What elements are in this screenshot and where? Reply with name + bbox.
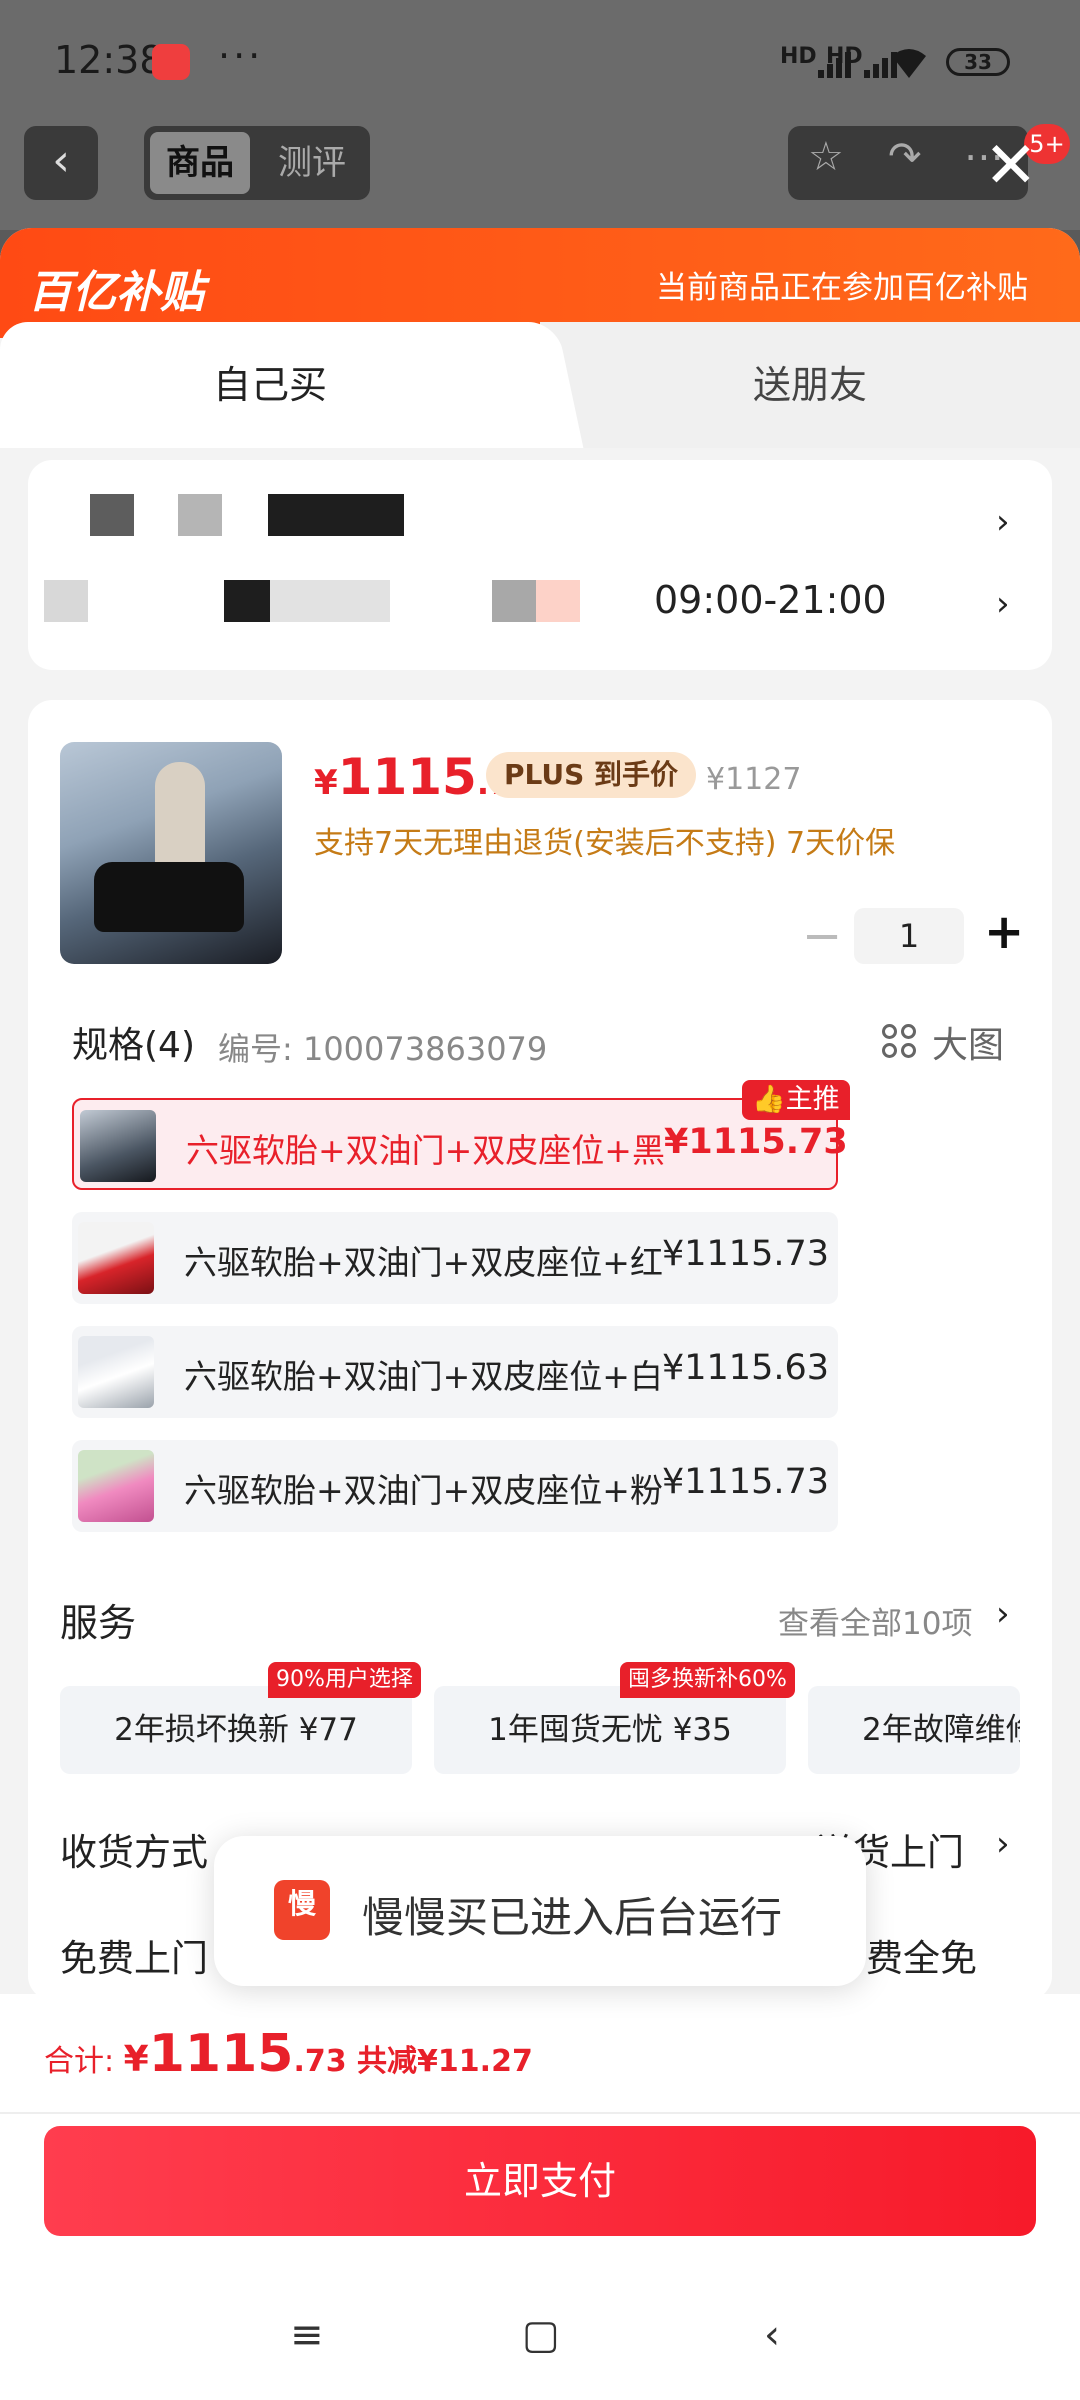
spec-option-price: ¥1115.73: [662, 1234, 830, 1274]
share-icon[interactable]: ↷: [888, 134, 922, 180]
spec-option-label: 六驱软胎+双油门+双皮座位+白: [184, 1357, 663, 1396]
manmanmai-logo-icon: 慢: [274, 1880, 330, 1940]
service-option[interactable]: 2年损坏换新 ¥77: [60, 1686, 412, 1774]
pay-now-button[interactable]: 立即支付: [44, 2126, 1036, 2236]
more-notifications-icon: ···: [218, 34, 264, 78]
spec-option-image: [78, 1450, 154, 1522]
toast-message: 慢慢买已进入后台运行: [362, 1893, 783, 1942]
product-thumbnail[interactable]: [60, 742, 282, 964]
menu-icon[interactable]: ≡: [290, 2312, 324, 2358]
tab-review[interactable]: 测评: [262, 132, 362, 194]
blurred-text: [178, 494, 222, 536]
spec-option[interactable]: 六驱软胎+双油门+双皮座位+粉 ¥1115.73: [72, 1440, 838, 1532]
home-icon[interactable]: ▢: [522, 2312, 560, 2358]
favorite-star-icon[interactable]: ☆: [808, 134, 844, 180]
subsidy-logo: 百亿补贴: [28, 267, 204, 318]
spec-option[interactable]: 六驱软胎+双油门+双皮座位+白 ¥1115.63: [72, 1326, 838, 1418]
tab-product[interactable]: 商品: [150, 132, 250, 194]
chevron-right-icon: ›: [996, 1824, 1010, 1864]
spec-option-label: 六驱软胎+双油门+双皮座位+黑: [186, 1131, 665, 1170]
product-number: 编号: 100073863079: [218, 1030, 548, 1068]
delivery-method-label: 收货方式: [60, 1831, 208, 1874]
quantity-increase-button[interactable]: +: [984, 904, 1024, 960]
close-icon[interactable]: ✕: [984, 134, 1038, 198]
spec-option-price: ¥1115.73: [662, 1462, 830, 1502]
services-title: 服务: [60, 1601, 137, 1645]
battery-indicator: 33: [946, 48, 1010, 76]
spec-option-label: 六驱软胎+双油门+双皮座位+粉: [184, 1471, 663, 1510]
delivery-time-window: 09:00-21:00: [654, 578, 887, 622]
blurred-text: [90, 494, 134, 536]
blurred-text: [224, 580, 270, 622]
chevron-right-icon: ›: [996, 584, 1010, 624]
services-view-all[interactable]: 查看全部10项: [778, 1598, 972, 1643]
blurred-text: [492, 580, 536, 622]
service-tag: 90%用户选择: [268, 1662, 421, 1698]
tab-gift-friend[interactable]: 送朋友: [540, 322, 1080, 448]
spec-option-image: [78, 1222, 154, 1294]
service-tag: 囤多换新补60%: [620, 1662, 795, 1698]
signal-hd-label-2: HD: [826, 44, 863, 69]
spec-option[interactable]: 六驱软胎+双油门+双皮座位+红 ¥1115.73: [72, 1212, 838, 1304]
blurred-text: [270, 580, 390, 622]
install-label: 免费上门: [60, 1937, 208, 1980]
thumbs-up-icon: 👍: [752, 1084, 786, 1115]
big-image-toggle[interactable]: 大图: [932, 1016, 1004, 1068]
spec-option-label: 六驱软胎+双油门+双皮座位+红: [184, 1243, 663, 1282]
install-value: 费全免: [866, 1937, 977, 1980]
original-price: ¥1127: [706, 762, 802, 797]
chevron-right-icon: ›: [996, 502, 1010, 542]
quantity-decrease-button[interactable]: −: [802, 908, 842, 964]
grid-icon[interactable]: [882, 1024, 918, 1060]
blurred-text: [536, 580, 580, 622]
blurred-text: [268, 494, 404, 536]
app-notification-icon: [152, 44, 190, 80]
service-option[interactable]: 2年故障维修: [808, 1686, 1020, 1774]
back-button[interactable]: ‹: [24, 126, 98, 200]
spec-option-image: [78, 1336, 154, 1408]
spec-option-image: [80, 1110, 156, 1182]
order-total: 合计: ¥1115.73 共减¥11.27: [44, 2024, 533, 2084]
spec-option[interactable]: 六驱软胎+双油门+双皮座位+黑 ¥1115.73: [72, 1098, 848, 1190]
wifi-icon: [890, 46, 928, 80]
spec-option-price: ¥1115.73: [664, 1122, 848, 1162]
service-option[interactable]: 1年囤货无忧 ¥35: [434, 1686, 786, 1774]
blurred-text: [44, 580, 88, 622]
subsidy-tip: 当前商品正在参加百亿补贴: [656, 270, 1028, 306]
signal-hd-label: HD: [780, 44, 817, 69]
footer-divider: [0, 2112, 1080, 2114]
status-bar: 12:38 ··· HD HD 33: [0, 0, 1080, 120]
recommended-badge: 👍主推: [742, 1080, 850, 1120]
tab-buy-self[interactable]: 自己买: [0, 322, 540, 448]
spec-option-price: ¥1115.63: [662, 1348, 830, 1388]
return-policy: 支持7天无理由退货(安装后不支持) 7天价保: [314, 826, 896, 861]
spec-title: 规格(4): [72, 1025, 195, 1066]
back-nav-icon[interactable]: ‹: [764, 2312, 780, 2358]
status-time: 12:38: [54, 38, 164, 82]
chevron-right-icon: ›: [996, 1594, 1010, 1634]
address-card[interactable]: › ›: [28, 460, 1052, 670]
plus-price-badge: PLUS 到手价: [486, 752, 697, 798]
quantity-value[interactable]: 1: [854, 908, 964, 964]
